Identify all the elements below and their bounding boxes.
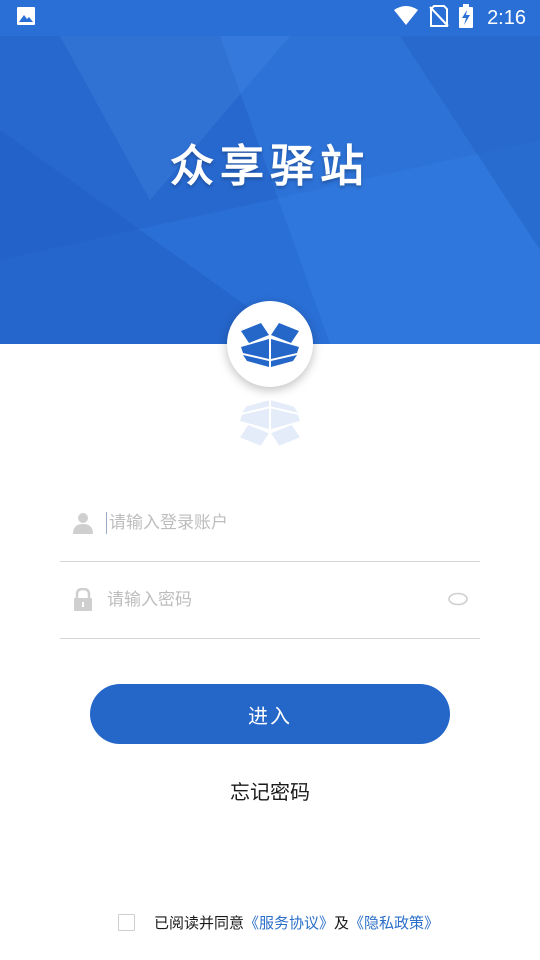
account-field — [60, 484, 480, 562]
privacy-policy-link[interactable]: 《隐私政策》 — [349, 912, 439, 933]
account-input[interactable] — [109, 502, 429, 543]
service-agreement-link[interactable]: 《服务协议》 — [244, 912, 334, 933]
image-icon — [16, 6, 36, 30]
app-title: 众享驿站 — [170, 141, 370, 192]
wifi-icon — [393, 6, 419, 30]
eye-icon[interactable] — [448, 591, 468, 610]
header-banner: 2:16 众享驿站 — [0, 0, 540, 344]
status-time: 2:16 — [487, 6, 526, 29]
agreement-and: 及 — [334, 913, 350, 932]
lock-icon — [60, 587, 106, 612]
no-sim-icon — [429, 5, 449, 31]
logo-reflection — [238, 398, 302, 450]
agreement-checkbox[interactable] — [118, 913, 135, 931]
agreement-prefix: 已阅读并同意 — [154, 913, 245, 932]
forgot-password-link[interactable]: 忘记密码 — [0, 776, 540, 805]
password-field — [60, 561, 480, 639]
status-bar: 2:16 — [0, 0, 540, 36]
box-logo-icon — [241, 323, 299, 367]
battery-charging-icon — [459, 4, 474, 32]
password-input[interactable] — [107, 579, 427, 620]
app-logo — [227, 301, 313, 387]
user-icon — [60, 512, 106, 534]
text-caret — [106, 511, 107, 534]
agreement-row: 已阅读并同意 《服务协议》 及 《隐私政策》 — [118, 910, 439, 934]
enter-button[interactable]: 进入 — [90, 684, 450, 744]
